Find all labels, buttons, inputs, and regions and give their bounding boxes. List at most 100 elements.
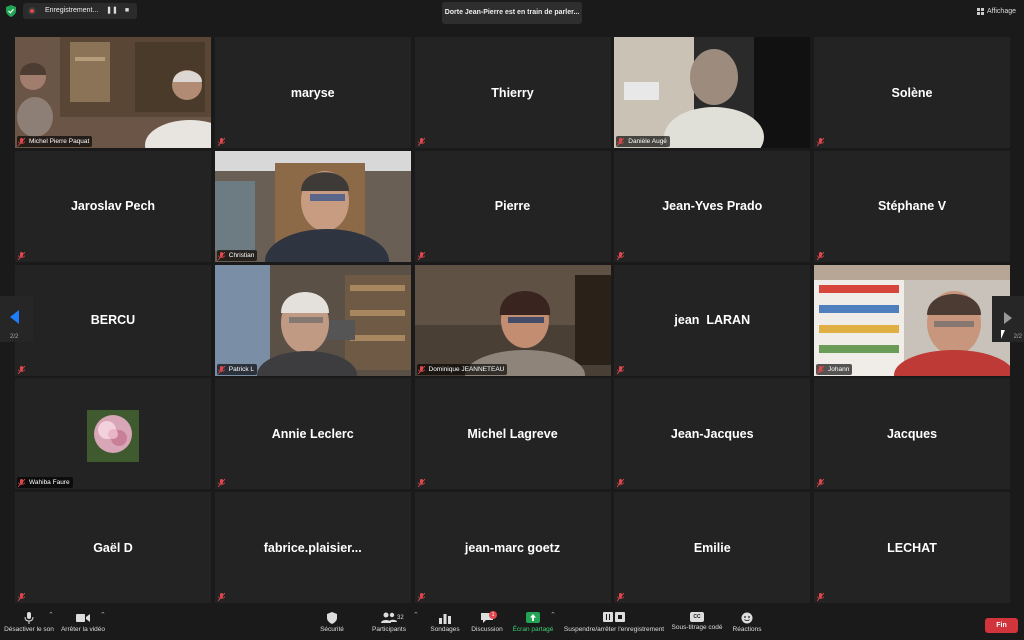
- video-feed: [414, 264, 611, 376]
- participant-name-label: Wahiba Faure: [17, 477, 73, 489]
- participant-name: jean-marc goetz: [464, 540, 561, 555]
- end-meeting-button[interactable]: Fin: [985, 618, 1018, 633]
- participant-tile[interactable]: Patrick L: [214, 264, 411, 376]
- arrow-right-icon: [1004, 312, 1012, 324]
- participant-tile[interactable]: fabrice.plaisier...: [214, 492, 411, 603]
- participant-tile[interactable]: Stéphane V: [814, 150, 1010, 262]
- mute-label: Désactiver le son: [4, 626, 54, 633]
- participant-name: BERCU: [90, 313, 136, 327]
- participant-tile[interactable]: Thierry: [414, 37, 611, 148]
- participant-name: Michel Lagreve: [467, 426, 558, 441]
- video-options-caret-icon[interactable]: ⌃: [100, 611, 106, 619]
- participant-tile[interactable]: Michel Pierre Paquat: [15, 37, 211, 148]
- active-speaker-notice: Dorte Jean-Pierre est en train de parler…: [442, 2, 582, 24]
- participants-caret-icon[interactable]: ⌃: [413, 611, 419, 619]
- closed-captions-icon: CC: [690, 612, 704, 622]
- participant-name: Jean-Yves Prado: [662, 199, 763, 214]
- pause-recording-button[interactable]: ❚❚: [106, 5, 118, 17]
- participant-tile[interactable]: Johann: [814, 264, 1010, 376]
- participant-name: maryse: [290, 85, 335, 100]
- top-bar: Enregistrement... ❚❚ ■ Dorte Jean-Pierre…: [0, 0, 1024, 24]
- participant-tile[interactable]: Gaël D: [15, 492, 211, 603]
- security-shield-icon[interactable]: [6, 5, 16, 17]
- video-label: Arrêter la vidéo: [60, 626, 106, 633]
- participant-name: Thierry: [491, 85, 534, 100]
- chat-label: Discussion: [471, 626, 503, 633]
- bar-chart-icon: [439, 614, 451, 624]
- participant-name: jean LARAN: [674, 313, 751, 327]
- participant-name: Annie Leclerc: [271, 426, 354, 441]
- reactions-button[interactable]: Réactions: [731, 608, 763, 640]
- polls-label: Sondages: [430, 626, 460, 633]
- participant-tile[interactable]: Jean-Jacques: [614, 378, 811, 490]
- participant-name-label: Dominique JEANNETEAU: [416, 363, 508, 375]
- security-button[interactable]: Sécurité: [316, 608, 348, 640]
- pause-stop-recording-button[interactable]: Suspendre/arrêter l'enregistrement: [563, 608, 665, 640]
- participant-tile[interactable]: Pierre: [414, 150, 611, 262]
- security-label: Sécurité: [320, 626, 344, 633]
- arrow-left-icon: [10, 310, 19, 324]
- participants-count: 32: [397, 615, 404, 621]
- participant-tile[interactable]: BERCU: [15, 264, 211, 376]
- microphone-icon: [24, 612, 34, 624]
- participant-tile[interactable]: Emilie: [614, 492, 811, 603]
- participant-tile[interactable]: jean LARAN: [614, 264, 811, 376]
- closed-captions-button[interactable]: CC Sous-titrage codé: [670, 608, 724, 640]
- share-screen-button[interactable]: Écran partagé: [512, 608, 554, 640]
- captions-label: Sous-titrage codé: [671, 624, 723, 631]
- participant-tile[interactable]: maryse: [214, 37, 411, 148]
- participant-name-label: Michel Pierre Paquat: [17, 136, 93, 147]
- share-label: Écran partagé: [512, 626, 554, 633]
- pause-stop-icon: [563, 612, 665, 624]
- previous-page-button[interactable]: 2/2: [0, 296, 33, 342]
- participant-tile[interactable]: Jaroslav Pech: [15, 150, 211, 262]
- participant-tile[interactable]: Annie Leclerc: [214, 378, 411, 490]
- participant-name: Emilie: [693, 540, 731, 555]
- participant-tile[interactable]: Jacques: [814, 378, 1010, 490]
- video-camera-icon: [76, 614, 90, 622]
- reactions-label: Réactions: [732, 626, 762, 633]
- gallery-grid: Michel Pierre Paquat maryse Thierry Danièle…: [15, 37, 1010, 603]
- recording-label: Enregistrement...: [45, 7, 99, 14]
- video-feed: [15, 37, 211, 148]
- page-indicator-right: 2/2: [1013, 334, 1022, 340]
- participants-label: Participants: [372, 626, 406, 633]
- video-feed: [614, 37, 811, 148]
- participant-tile[interactable]: jean-marc goetz: [414, 492, 611, 603]
- audio-options-caret-icon[interactable]: ⌃: [48, 611, 54, 619]
- participant-tile[interactable]: Dominique JEANNETEAU: [414, 264, 611, 376]
- stop-recording-button[interactable]: ■: [121, 5, 133, 17]
- view-label: Affichage: [986, 7, 1016, 15]
- participant-tile[interactable]: Michel Lagreve: [414, 378, 611, 490]
- participants-button[interactable]: Participants: [368, 608, 410, 640]
- participant-tile[interactable]: Christian: [214, 150, 411, 262]
- participant-tile[interactable]: Wahiba Faure: [15, 378, 211, 490]
- participant-name: Jaroslav Pech: [70, 199, 156, 214]
- participant-tile[interactable]: Jean-Yves Prado: [614, 150, 811, 262]
- meeting-toolbar: Désactiver le son ⌃ Arrêter la vidéo ⌃ S…: [0, 608, 1024, 640]
- video-feed: [214, 264, 411, 376]
- view-button[interactable]: Affichage: [976, 5, 1016, 17]
- video-feed: [214, 150, 411, 262]
- mute-button[interactable]: Désactiver le son: [4, 608, 54, 640]
- participant-tile[interactable]: Danièle Augé: [614, 37, 811, 148]
- participant-name: Solène: [891, 85, 933, 100]
- participant-name: Jean-Jacques: [670, 426, 754, 441]
- polls-button[interactable]: Sondages: [428, 608, 462, 640]
- profile-picture: [15, 378, 211, 490]
- page-indicator-left: 2/2: [10, 334, 19, 340]
- participant-tile[interactable]: Solène: [814, 37, 1010, 148]
- grid-view-icon: [976, 7, 984, 15]
- chat-button[interactable]: Discussion: [470, 608, 504, 640]
- participant-name: fabrice.plaisier...: [263, 540, 362, 555]
- share-options-caret-icon[interactable]: ⌃: [550, 611, 556, 619]
- mouse-cursor-icon: [1001, 330, 1009, 339]
- participant-name: LECHAT: [887, 540, 937, 555]
- video-feed: [814, 264, 1010, 376]
- participant-name: Pierre: [494, 199, 531, 214]
- participant-tile[interactable]: LECHAT: [814, 492, 1010, 603]
- chat-unread-badge: 1: [489, 611, 497, 619]
- recording-indicator: Enregistrement... ❚❚ ■: [23, 3, 137, 19]
- participant-name: Gaël D: [93, 540, 133, 555]
- smiley-icon: [741, 612, 753, 624]
